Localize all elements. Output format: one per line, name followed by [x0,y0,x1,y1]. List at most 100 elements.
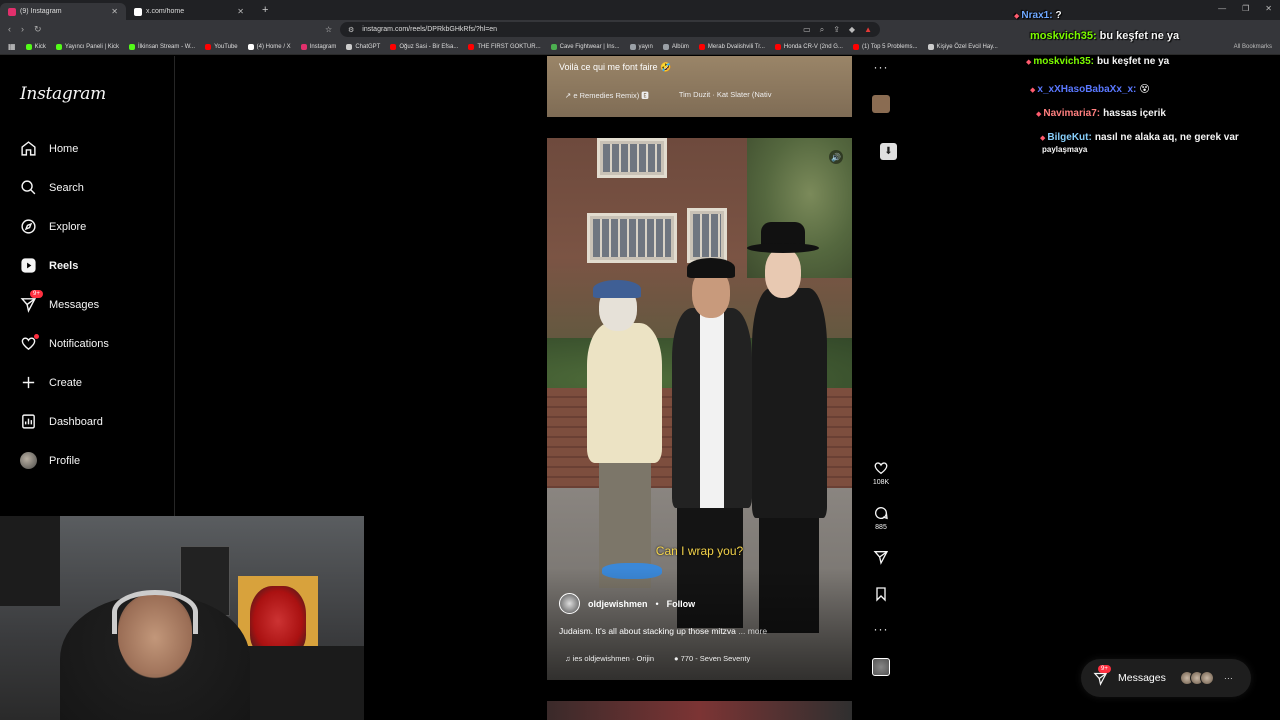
tab-title: (9) Instagram [20,8,62,15]
home-icon [21,141,36,156]
bookmark-item[interactable]: Merab Dvalishvili Tr... [698,43,765,50]
restore-icon[interactable]: ❐ [1242,4,1249,13]
like-action[interactable]: 108K [868,460,894,486]
all-bookmarks[interactable]: All Bookmarks [1234,44,1272,50]
heart-icon[interactable] [873,460,889,476]
bookmark-item[interactable]: Yayıncı Paneli | Kick [55,43,119,50]
notification-dot [34,334,39,339]
nav-search[interactable]: Search [20,179,84,196]
share-icon[interactable] [873,549,889,565]
recent-chat-avatars [1179,671,1214,685]
site-info-icon[interactable]: ⚙ [348,26,354,34]
video-subtitle: Can I wrap you? [655,544,744,558]
nav-home[interactable]: Home [20,140,78,157]
reels-icon [21,258,36,273]
separator-dot: • [655,598,659,609]
minimize-icon[interactable]: — [1218,4,1226,13]
search-icon [21,180,36,195]
previous-reel-options[interactable]: ··· [868,60,894,74]
new-tab-button[interactable]: + [256,4,274,16]
audio-thumb-action[interactable] [868,658,894,676]
apps-icon[interactable]: ▦ [8,42,16,51]
share-action[interactable] [868,549,894,565]
tab-x-home[interactable]: x.com/home ✕ [126,3,252,20]
nav-create[interactable]: Create [20,374,82,391]
bookmark-item[interactable]: (1) Top 5 Problems... [852,43,918,50]
back-icon[interactable]: ‹ [8,24,11,35]
owner-username[interactable]: oldjewishmen [588,599,648,609]
bookmark-item[interactable]: Kişiye Özel Evcil Hay... [927,43,998,50]
previous-reel-caption: Voilà ce qui me font faire 🤣 [559,62,672,72]
chat-message: ◆ Navimaria7: hassas içerik [1036,108,1166,119]
bookmark-item[interactable]: (4) Home / X [247,43,291,50]
reel-owner-row: oldjewishmen • Follow [559,593,695,614]
chat-message: ◆ moskvich35: bu keşfet ne ya [1026,56,1170,67]
more-action[interactable]: ··· [868,622,894,636]
bookmark-star-icon[interactable]: ☆ [325,25,332,34]
avatar [20,452,37,469]
zoom-icon[interactable]: ⌕ [820,25,824,35]
previous-reel-audio[interactable]: ↗ e Remedies Remix) 🅴 Tim Duzit · Kat Sl… [565,90,771,101]
audio-thumbnail[interactable] [872,95,890,113]
previous-audio-thumb[interactable] [868,95,894,113]
bookmark-item[interactable]: THE FIRST GOKTUR... [468,43,541,50]
bookmark-item[interactable]: Instagram [300,43,336,50]
chat-message: ◆ BilgeKut: nasıl ne alaka aq, ne gerek va… [1040,132,1239,143]
bookmark-icon[interactable] [873,586,889,602]
bookmark-item[interactable]: ChatGPT [346,43,380,50]
chat-message: ◆ Nrax1:? [1014,10,1062,21]
bookmark-folder[interactable]: Albüm [662,43,689,50]
reload-icon[interactable]: ↻ [34,24,42,35]
extension-warning-icon[interactable]: ▲ [864,25,872,35]
more-options-icon[interactable]: ··· [874,622,889,636]
nav-notifications[interactable]: Notifications [20,334,109,352]
share-icon[interactable]: ⇪ [833,25,840,35]
previous-reel[interactable]: Voilà ce qui me font faire 🤣 ↗ e Remedie… [547,56,852,117]
comment-action[interactable]: 885 [868,505,894,531]
nav-dashboard[interactable]: Dashboard [20,413,103,430]
owner-avatar[interactable] [559,593,580,614]
like-count: 108K [872,479,890,486]
bookmark-item[interactable]: Cave Fightwear | Ins... [550,43,620,50]
messenger-icon [20,298,37,313]
more-options-icon[interactable]: ··· [874,60,889,74]
nav-messages[interactable]: 9+ Messages [20,290,99,313]
close-window-icon[interactable]: ✕ [1265,4,1272,13]
url-text[interactable]: instagram.com/reels/DPRkbGHkRfs/?hl=en [362,26,795,33]
scroll-down-button[interactable]: ⬇ [880,143,897,160]
location-link[interactable]: ● 770 - Seven Seventy [674,654,750,663]
nav-profile[interactable]: Profile [20,452,80,469]
bookmark-item[interactable]: Oğuz Sasi - Bir Efsa... [390,43,458,50]
instagram-logo[interactable]: Instagram [20,84,106,104]
messages-badge: 9+ [30,290,43,298]
bookmark-item[interactable]: İlkinsan Stream - W... [129,43,195,50]
shield-icon[interactable]: ◆ [849,25,855,35]
audio-link[interactable]: ♫ ies oldjewishmen · Orijin [565,654,654,663]
forward-icon[interactable]: › [21,24,24,35]
cast-icon[interactable]: ▭ [803,25,811,35]
bookmark-item[interactable]: YouTube [205,43,238,50]
next-reel[interactable] [547,701,852,720]
instagram-sidebar: Instagram Home Search Explore Reels 9+ M… [0,56,175,516]
close-tab-icon[interactable]: ✕ [237,7,244,16]
browser-tab-bar: (9) Instagram ✕ x.com/home ✕ + — ❐ ✕ [0,0,1280,20]
comment-icon[interactable] [873,505,889,521]
reel-video[interactable]: 🔊 Can I wrap you? oldjewishmen • Follow … [547,138,852,680]
save-action[interactable] [868,586,894,602]
caption-more-link[interactable]: ... more [738,626,767,636]
bookmark-item[interactable]: Kick [25,43,46,50]
tab-instagram[interactable]: (9) Instagram ✕ [0,3,126,20]
close-tab-icon[interactable]: ✕ [111,7,118,16]
bookmark-folder[interactable]: yayın [629,43,653,50]
follow-button[interactable]: Follow [667,599,696,609]
floating-messages-button[interactable]: 9+ Messages ··· [1081,659,1251,697]
audio-thumbnail[interactable] [872,658,890,676]
more-options-icon[interactable]: ··· [1224,673,1233,683]
nav-reels[interactable]: Reels [20,257,78,274]
x-favicon-icon [134,7,142,16]
bookmark-item[interactable]: Honda CR-V (2nd G... [774,43,843,50]
address-bar[interactable]: ⚙ instagram.com/reels/DPRkbGHkRfs/?hl=en… [340,22,880,37]
nav-explore[interactable]: Explore [20,218,86,235]
mute-toggle-icon[interactable]: 🔊 [829,150,843,164]
plus-icon [22,376,35,389]
